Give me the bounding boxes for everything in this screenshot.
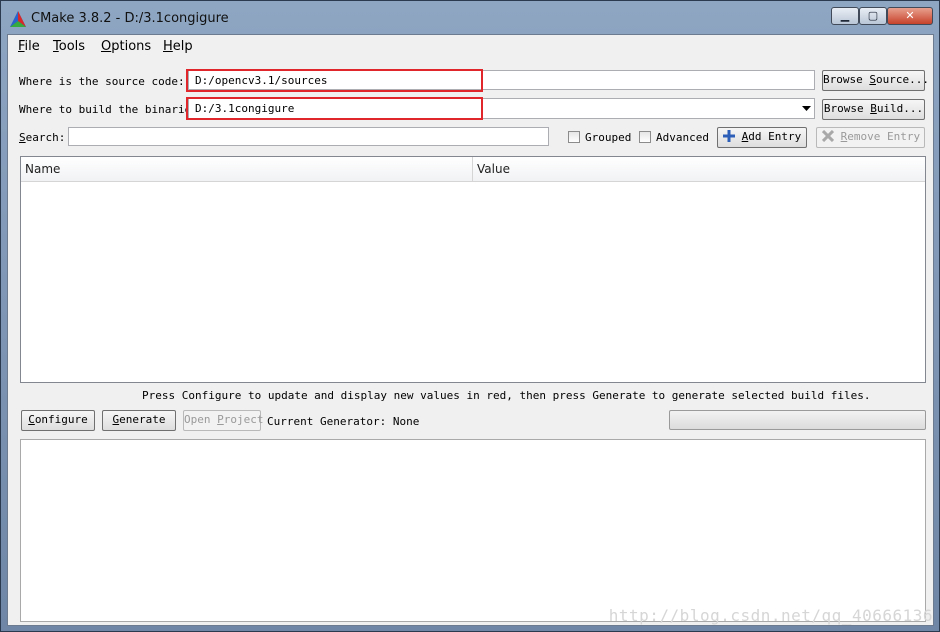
column-header-name[interactable]: Name [25,162,60,176]
source-path-input[interactable]: D:/opencv3.1/sources [188,70,815,90]
current-generator-label: Current Generator: None [267,415,420,428]
cache-entries-table[interactable]: Name Value [20,156,926,383]
maximize-button[interactable]: ▢ [859,7,887,25]
build-label: Where to build the binaries: [19,103,205,116]
hint-text: Press Configure to update and display ne… [142,389,871,402]
search-input[interactable] [68,127,549,146]
output-log[interactable] [20,439,926,622]
configure-button[interactable]: Configure [21,410,95,431]
advanced-checkbox[interactable] [639,131,651,143]
remove-icon [821,129,835,143]
column-divider[interactable] [472,157,473,181]
title-bar[interactable]: CMake 3.8.2 - D:/3.1congigure ▁ ▢ ✕ [1,1,939,34]
remove-entry-button[interactable]: Remove Entry [816,127,925,148]
cmake-window: CMake 3.8.2 - D:/3.1congigure ▁ ▢ ✕ File… [0,0,940,632]
minimize-button[interactable]: ▁ [831,7,859,25]
browse-source-button[interactable]: Browse Source... [822,70,929,91]
column-header-value[interactable]: Value [477,162,510,176]
menu-tools[interactable]: Tools [53,39,85,54]
watermark-text: http://blog.csdn.net/qq_40666136 [608,606,933,625]
search-label: Search: [19,131,66,144]
source-label: Where is the source code: [19,75,185,88]
window-title: CMake 3.8.2 - D:/3.1congigure [31,11,229,26]
add-entry-button[interactable]: Add Entry [717,127,807,148]
close-button[interactable]: ✕ [887,7,933,25]
advanced-label: Advanced [656,131,709,144]
progress-bar [669,410,926,430]
grouped-label: Grouped [585,131,632,144]
plus-icon [723,130,735,142]
grouped-checkbox[interactable] [568,131,580,143]
build-path-combobox[interactable]: D:/3.1congigure [188,98,815,119]
menu-help[interactable]: Help [163,39,193,54]
cmake-logo-icon [10,11,26,27]
main-panel: File Tools Options Help Where is the sou… [7,34,934,626]
menu-bar: File Tools Options Help [8,35,933,59]
build-path-value: D:/3.1congigure [195,102,295,115]
menu-file[interactable]: File [18,39,40,54]
table-header: Name Value [21,157,925,182]
menu-options[interactable]: Options [101,39,151,54]
chevron-down-icon[interactable] [802,106,811,112]
open-project-button[interactable]: Open Project [183,410,264,431]
generate-button[interactable]: Generate [102,410,176,431]
browse-build-button[interactable]: Browse Build... [822,99,925,120]
